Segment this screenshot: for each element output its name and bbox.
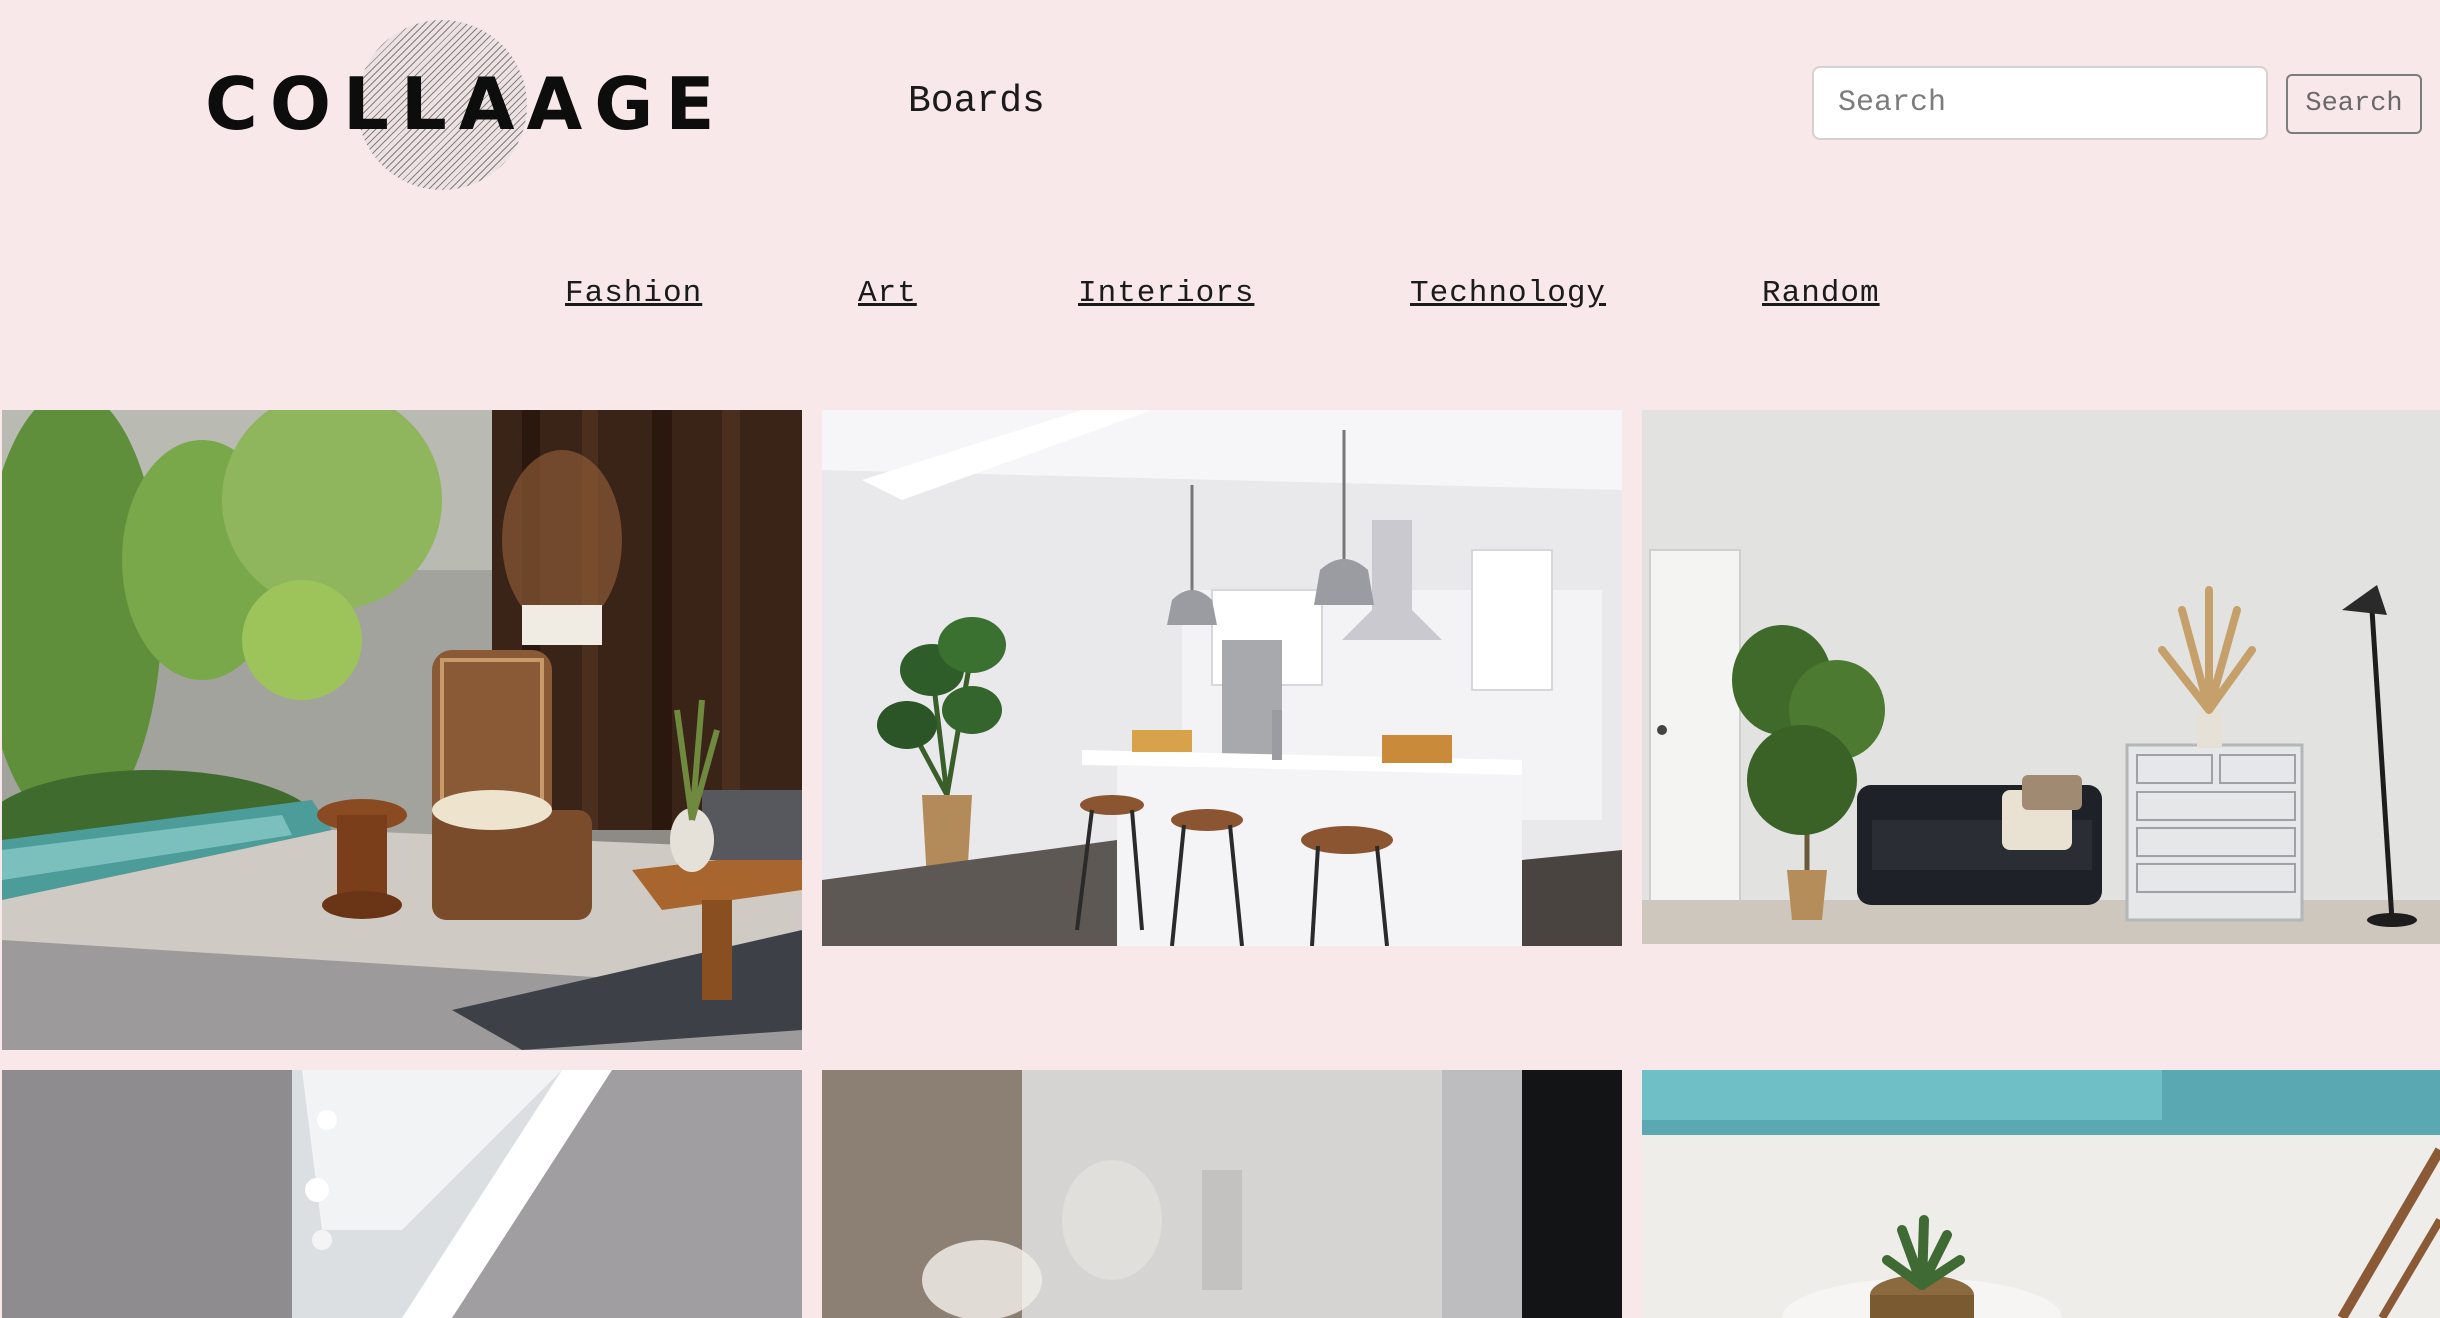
gallery-tile-kitchen-island[interactable]	[822, 410, 1622, 946]
gallery-tile-living-room[interactable]	[1642, 410, 2440, 944]
gallery-tile-patio-lounge[interactable]	[2, 410, 802, 1050]
poolside-succulent-photo	[1642, 1070, 2440, 1318]
patio-lounge-photo	[2, 410, 802, 1050]
category-link-interiors[interactable]: Interiors	[1078, 272, 1254, 316]
blurred-interior-photo	[822, 1070, 1622, 1318]
search-button[interactable]: Search	[2286, 74, 2422, 134]
skylight-ceiling-photo	[2, 1070, 802, 1318]
gallery-tile-blurred-interior[interactable]	[822, 1070, 1622, 1318]
kitchen-island-photo	[822, 410, 1622, 946]
gallery-tile-poolside[interactable]	[1642, 1070, 2440, 1318]
living-room-sofa-photo	[1642, 410, 2440, 944]
gallery-tile-skylight[interactable]	[2, 1070, 802, 1318]
logo-text: COLLAAGE	[205, 62, 727, 146]
category-nav: Fashion Art Interiors Technology Random	[0, 272, 2440, 316]
category-link-random[interactable]: Random	[1762, 272, 1880, 316]
boards-link[interactable]: Boards	[908, 78, 1045, 126]
site-logo[interactable]: COLLAAGE	[205, 14, 715, 194]
category-link-art[interactable]: Art	[858, 272, 917, 316]
category-link-fashion[interactable]: Fashion	[565, 272, 702, 316]
search-input[interactable]	[1812, 66, 2268, 140]
category-link-technology[interactable]: Technology	[1410, 272, 1606, 316]
